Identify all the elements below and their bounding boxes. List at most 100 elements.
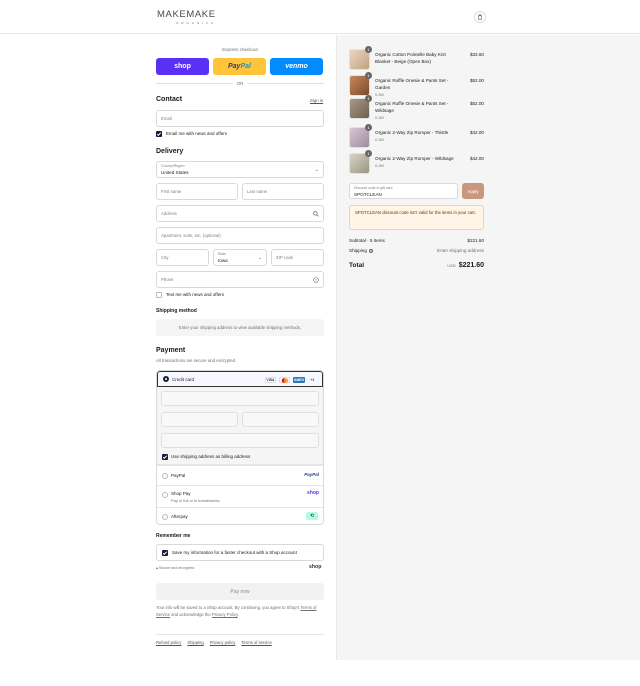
billing-same-checkbox[interactable]: [162, 454, 168, 460]
shop-pay-radio[interactable]: [162, 492, 168, 498]
secure-note: 🔒︎ Secure and encrypted: [156, 566, 194, 570]
line-item: 1 Organic 2-Way Zip Romper - Thistle 0-3M…: [349, 124, 484, 149]
city-placeholder: City: [161, 255, 169, 260]
paypal-logo: PayPal: [304, 472, 319, 477]
city-field[interactable]: City: [156, 249, 209, 266]
afterpay-logo-icon: ⟲: [306, 512, 318, 520]
afterpay-option-label: Afterpay: [171, 514, 188, 519]
chevron-down-icon: ⌄: [257, 255, 262, 261]
payment-heading: Payment: [156, 347, 186, 354]
help-circle-icon[interactable]: ?: [313, 277, 319, 285]
product-name: Organic Ruffle Onesie & Pants Set - Gard…: [375, 78, 461, 98]
subtotal-row: Subtotal · 5 items $221.60: [349, 238, 484, 243]
card-name-field[interactable]: [161, 433, 319, 448]
footer-links: Refund policy Shipping Privacy policy Te…: [156, 640, 272, 645]
last-name-field[interactable]: Last name: [242, 183, 324, 200]
credit-card-radio[interactable]: [163, 376, 169, 382]
apartment-field[interactable]: Apartment, suite, etc. (optional): [156, 227, 324, 244]
bag-icon: [477, 14, 483, 20]
shop-pay-option-label: Shop Pay: [171, 491, 191, 496]
chevron-down-icon: ⌄: [314, 167, 319, 173]
shop-logo: shop: [309, 564, 322, 570]
shipping-link[interactable]: Shipping: [187, 640, 203, 645]
email-field[interactable]: Email: [156, 110, 324, 127]
state-value: Iowa: [218, 258, 228, 263]
address-field[interactable]: Address: [156, 205, 324, 222]
phone-field[interactable]: Phone ?: [156, 271, 324, 288]
more-brands-count: +1: [310, 378, 315, 382]
cart-bag-icon[interactable]: [474, 11, 486, 23]
delivery-heading: Delivery: [156, 148, 184, 155]
shop-pay-label: shop: [174, 63, 191, 70]
pay-now-button[interactable]: Pay now: [156, 583, 324, 600]
product-name-text: Organic 2-Way Zip Romper - Wildsage: [375, 156, 454, 161]
legal-period: .: [237, 611, 239, 617]
afterpay-option[interactable]: Afterpay ⟲: [157, 507, 323, 524]
discount-label: Discount code or gift card: [354, 186, 393, 190]
legal-text: Your info will be saved to a Shop accoun…: [156, 605, 324, 619]
or-divider: OR: [156, 80, 324, 86]
refund-policy-link[interactable]: Refund policy: [156, 640, 181, 645]
product-name: Organic 2-Way Zip Romper - Thistle 0-3M: [375, 130, 461, 144]
remember-me-box: Save my information for a faster checkou…: [156, 544, 324, 561]
shop-pay-button[interactable]: shop: [156, 58, 209, 75]
search-icon: [313, 211, 319, 219]
country-select[interactable]: Country/Region United States ⌄: [156, 161, 324, 178]
quantity-badge: 1: [365, 124, 372, 131]
paypal-option[interactable]: PayPal PayPal: [157, 465, 323, 485]
line-item: 1 Organic Ruffle Onesie & Pants Set - Ga…: [349, 72, 484, 98]
country-label: Country/Region: [161, 164, 185, 168]
discount-code-field[interactable]: Discount code or gift card SPOTCLEAN: [349, 183, 458, 199]
card-cvv-field[interactable]: [242, 412, 319, 427]
credit-card-option[interactable]: Credit card VISA AMEX +1: [157, 371, 323, 387]
paypal-radio[interactable]: [162, 473, 168, 479]
venmo-button[interactable]: venmo: [270, 58, 323, 75]
terms-of-service-link[interactable]: Terms of service: [241, 640, 271, 645]
product-price: $42.00: [469, 130, 484, 135]
product-variant: 0-3M: [375, 115, 384, 120]
state-select[interactable]: State Iowa ⌄: [213, 249, 267, 266]
total-value: $221.60: [458, 262, 484, 269]
save-info-checkbox[interactable]: [162, 550, 168, 556]
secure-label: Secure and encrypted: [158, 566, 195, 570]
paypal-button[interactable]: Pay Pal: [213, 58, 266, 75]
info-icon[interactable]: ?: [369, 249, 374, 253]
paypal-option-label: PayPal: [171, 473, 186, 478]
shop-pay-option[interactable]: Shop Pay Pay in full or in installments …: [157, 485, 323, 507]
quantity-badge: 1: [365, 95, 372, 102]
afterpay-radio[interactable]: [162, 514, 168, 520]
billing-same-label: Use shipping address as billing address: [171, 454, 251, 459]
logo-main-text: MAKEMAKE: [157, 9, 216, 20]
card-expiry-field[interactable]: [161, 412, 238, 427]
card-number-field[interactable]: [161, 391, 319, 406]
legal-text-1: Your info will be saved to a Shop accoun…: [156, 605, 300, 610]
product-price: $33.60: [469, 52, 484, 57]
line-item: 1 Organic Ruffle Onesie & Pants Set - Wi…: [349, 95, 484, 120]
product-name-text: Organic Ruffle Onesie & Pants Set - Wild…: [375, 101, 449, 113]
express-checkout-label: Express checkout: [222, 47, 258, 52]
product-name: Organic Cotton Pointelle Baby Knit Blank…: [375, 52, 461, 66]
text-news-checkbox[interactable]: [156, 292, 162, 298]
sign-in-link[interactable]: Sign in: [310, 98, 323, 103]
visa-icon: VISA: [265, 377, 276, 383]
subtotal-label: Subtotal · 5 items: [349, 238, 385, 243]
zip-placeholder: ZIP code: [276, 255, 294, 260]
country-value: United States: [161, 170, 189, 175]
legal-text-2: and acknowledge the: [171, 611, 211, 617]
shipping-method-heading: Shipping method: [156, 308, 197, 314]
first-name-field[interactable]: First name: [156, 183, 238, 200]
card-fields-area: Use shipping address as billing address: [157, 387, 323, 465]
apply-button[interactable]: Apply: [462, 183, 484, 199]
line-item: 1 Organic Cotton Pointelle Baby Knit Bla…: [349, 46, 484, 71]
privacy-link[interactable]: Privacy Policy: [212, 612, 238, 617]
store-logo[interactable]: MAKEMAKE ORGANICS: [157, 9, 216, 25]
shop-pay-subtext: Pay in full or in installments: [171, 498, 220, 503]
zip-field[interactable]: ZIP code: [271, 249, 324, 266]
shipping-value: Enter shipping address: [437, 248, 484, 253]
quantity-badge: 1: [365, 150, 372, 157]
lock-icon: 🔒︎: [156, 566, 158, 570]
email-news-checkbox[interactable]: [156, 131, 162, 137]
payment-subtitle: All transactions are secure and encrypte…: [156, 358, 237, 363]
apartment-placeholder: Apartment, suite, etc. (optional): [161, 233, 221, 238]
privacy-policy-link[interactable]: Privacy policy: [210, 640, 236, 645]
